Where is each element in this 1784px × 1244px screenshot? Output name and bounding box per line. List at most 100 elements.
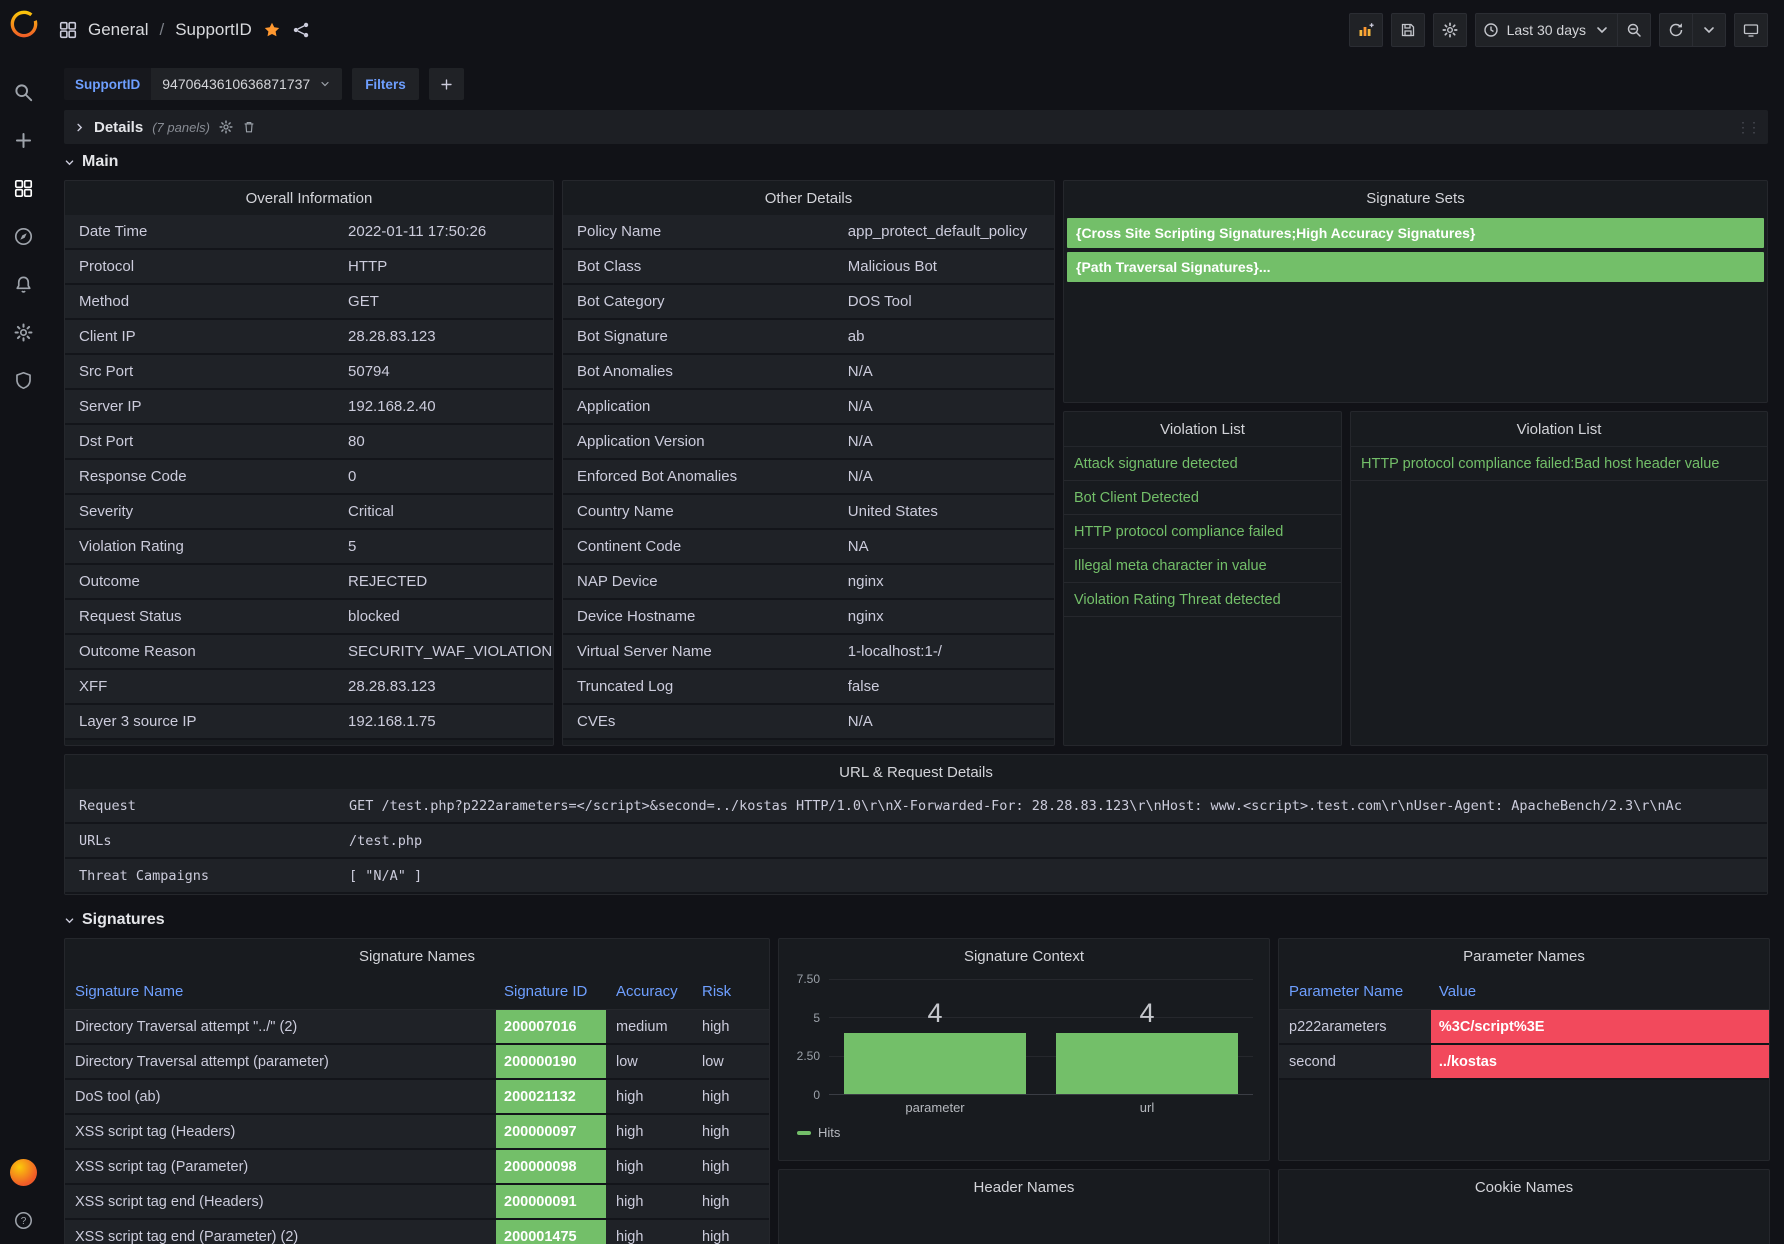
signatures-section-toggle[interactable]: Signatures: [64, 905, 1768, 935]
hits-bar-parameter[interactable]: [843, 1032, 1027, 1094]
column-header-signature-id[interactable]: Signature ID: [496, 983, 606, 1000]
row-value: nginx: [847, 573, 884, 590]
configuration-gear-icon[interactable]: [0, 308, 47, 356]
row-value: N/A: [847, 398, 873, 415]
table-row: XSS script tag end (Headers) 200000091 h…: [65, 1185, 769, 1220]
signature-name-cell: XSS script tag end (Parameter) (2): [75, 1228, 299, 1244]
table-row: XSS script tag (Headers) 200000097 high …: [65, 1115, 769, 1150]
accuracy-cell: medium: [616, 1018, 668, 1035]
table-row: DoS tool (ab) 200021132 high high: [65, 1080, 769, 1115]
hits-bar-url[interactable]: [1055, 1032, 1239, 1094]
row-value: 80: [348, 433, 365, 450]
violation-link[interactable]: HTTP protocol compliance failed: [1074, 524, 1283, 540]
grafana-logo[interactable]: [8, 8, 40, 40]
table-row: Bot Class Malicious Bot: [563, 250, 1054, 285]
signatures-section-label: Signatures: [82, 911, 165, 928]
row-value: United States: [847, 503, 938, 520]
signature-set-bar[interactable]: {Cross Site Scripting Signatures;High Ac…: [1067, 218, 1764, 248]
svg-text:?: ?: [21, 1216, 27, 1227]
column-header-signature-name[interactable]: Signature Name: [65, 983, 496, 1000]
gear-icon: [1442, 22, 1458, 38]
table-row: Outcome REJECTED: [65, 565, 553, 600]
signature-id-cell: 200000098: [496, 1150, 606, 1183]
url-request-table: Request GET /test.php?p222arameters=</sc…: [65, 789, 1767, 894]
details-row-toggle[interactable]: Details (7 panels) ⋮⋮: [64, 110, 1768, 144]
zoom-out-time-button[interactable]: [1617, 13, 1651, 47]
avatar: [10, 1158, 37, 1186]
breadcrumb-dashboard-title[interactable]: SupportID: [175, 20, 252, 40]
row-value: 5: [348, 538, 357, 555]
violation-link[interactable]: HTTP protocol compliance failed:Bad host…: [1361, 456, 1719, 472]
row-value: 2022-01-11 17:50:26: [348, 223, 487, 240]
row-label: Policy Name: [577, 223, 662, 240]
dashboard-settings-button[interactable]: [1432, 13, 1467, 47]
dashboard-canvas: Details (7 panels) ⋮⋮ Main Overall Infor…: [47, 108, 1784, 1244]
filters-button[interactable]: Filters: [352, 68, 419, 100]
chevron-right-icon: [74, 122, 85, 133]
search-icon[interactable]: [0, 68, 47, 116]
signature-name-cell: XSS script tag (Headers): [75, 1123, 236, 1140]
signature-name-cell: DoS tool (ab): [75, 1088, 161, 1105]
row-delete-trash-icon[interactable]: [242, 120, 256, 134]
main-section-toggle[interactable]: Main: [64, 147, 1768, 177]
signature-sets-panel: Signature Sets {Cross Site Scripting Sig…: [1063, 180, 1768, 403]
row-label: Src Port: [79, 363, 134, 380]
parameter-names-panel: Parameter Names Parameter Name Value p22…: [1278, 938, 1770, 1161]
column-header-parameter-name[interactable]: Parameter Name: [1279, 983, 1431, 1000]
table-row: CVEs N/A: [563, 705, 1054, 740]
create-plus-icon[interactable]: [0, 116, 47, 164]
add-filter-button[interactable]: [428, 68, 464, 100]
server-admin-shield-icon[interactable]: [0, 356, 47, 404]
violation-link[interactable]: Bot Client Detected: [1074, 490, 1199, 506]
time-range-label: Last 30 days: [1506, 22, 1586, 38]
save-dashboard-button[interactable]: [1390, 13, 1425, 47]
list-item: Illegal meta character in value: [1064, 549, 1341, 583]
legend-label: Hits: [818, 1125, 841, 1140]
row-value: N/A: [847, 713, 873, 730]
violation-link[interactable]: Illegal meta character in value: [1074, 558, 1267, 574]
signature-set-bar[interactable]: {Path Traversal Signatures}...: [1067, 252, 1764, 282]
signature-names-table: Directory Traversal attempt "../" (2) 20…: [65, 1010, 769, 1244]
panel-title: Violation List: [1160, 420, 1245, 438]
dashboards-grid-icon[interactable]: [0, 164, 47, 212]
alerting-bell-icon[interactable]: [0, 260, 47, 308]
variable-value-dropdown[interactable]: 9470643610636871737: [151, 68, 343, 100]
chart-legend-hits[interactable]: Hits: [797, 1125, 1269, 1140]
drag-handle[interactable]: ⋮⋮: [1736, 119, 1761, 136]
share-icon[interactable]: [292, 21, 310, 39]
user-avatar[interactable]: [0, 1148, 47, 1196]
column-header-value[interactable]: Value: [1431, 983, 1769, 1000]
table-row: Outcome Reason SECURITY_WAF_VIOLATION: [65, 635, 553, 670]
column-header-accuracy[interactable]: Accuracy: [606, 983, 692, 1000]
row-label: Virtual Server Name: [577, 643, 712, 660]
table-row: Country Name United States: [563, 495, 1054, 530]
help-icon[interactable]: ?: [0, 1196, 47, 1244]
refresh-interval-dropdown[interactable]: [1692, 13, 1726, 47]
table-row: Dst Port 80: [65, 425, 553, 460]
signature-set-text: {Cross Site Scripting Signatures;High Ac…: [1076, 225, 1476, 241]
row-settings-gear-icon[interactable]: [219, 120, 233, 134]
row-value: [ "N/A" ]: [349, 867, 423, 884]
violation-link[interactable]: Violation Rating Threat detected: [1074, 592, 1281, 608]
plus-icon: [441, 78, 452, 90]
time-range-picker[interactable]: Last 30 days: [1474, 13, 1618, 47]
row-label: Country Name: [577, 503, 674, 520]
column-header-risk[interactable]: Risk: [692, 983, 769, 1000]
add-panel-button[interactable]: [1348, 13, 1383, 47]
row-label: Date Time: [79, 223, 148, 240]
refresh-button[interactable]: [1659, 13, 1693, 47]
cycle-view-mode-button[interactable]: [1734, 13, 1768, 47]
overall-information-panel: Overall Information Date Time 2022-01-11…: [64, 180, 554, 746]
table-row: Bot Signature ab: [563, 320, 1054, 355]
y-tick-label: 7.50: [796, 972, 820, 986]
favorite-star-icon[interactable]: [263, 21, 281, 39]
bar-value-label: 4: [1139, 997, 1155, 1028]
violation-link[interactable]: Attack signature detected: [1074, 456, 1238, 472]
y-axis: 7.50 5 2.50 0: [785, 972, 829, 1102]
breadcrumb-folder[interactable]: General: [88, 20, 148, 40]
bar-value-label: 4: [927, 997, 943, 1028]
table-row: XSS script tag (Parameter) 200000098 hig…: [65, 1150, 769, 1185]
explore-compass-icon[interactable]: [0, 212, 47, 260]
row-label: Method: [79, 293, 130, 310]
table-row: Protocol HTTP: [65, 250, 553, 285]
